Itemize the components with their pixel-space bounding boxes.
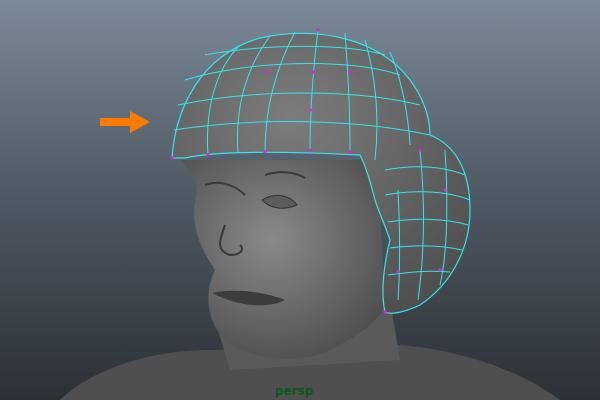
head-mesh	[180, 160, 385, 359]
arrow-pointer-icon	[100, 111, 150, 133]
camera-label: persp	[275, 384, 314, 398]
maya-perspective-viewport[interactable]: persp	[0, 0, 600, 400]
viewport-scene	[60, 28, 560, 400]
